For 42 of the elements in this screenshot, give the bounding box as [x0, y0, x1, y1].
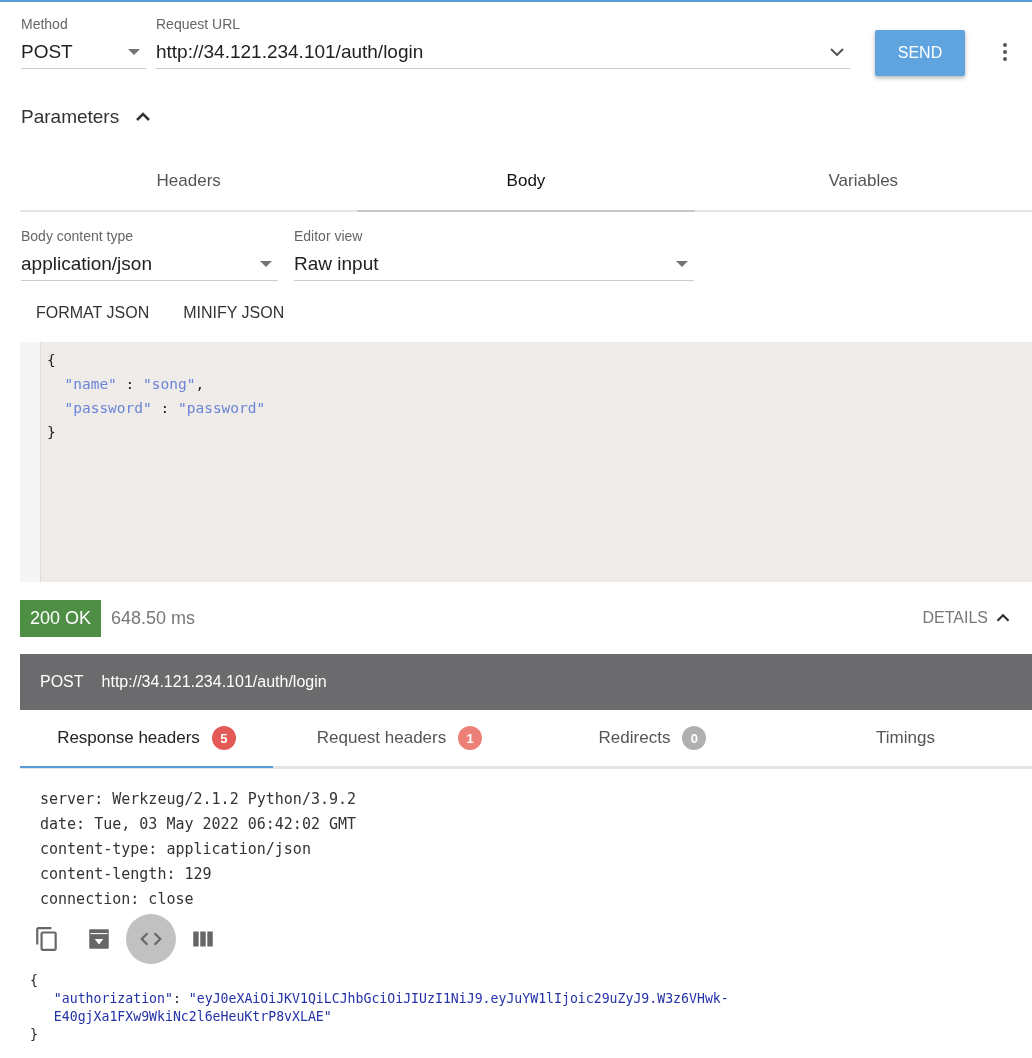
toolbar-button[interactable] [126, 914, 176, 964]
field-label: Body content type [21, 228, 135, 246]
field-label: Request URL [156, 16, 242, 34]
code-line: } [47, 423, 57, 442]
status-badge: 200 OK [20, 599, 102, 637]
section-title: Parameters [21, 106, 120, 128]
code-line: { [47, 351, 57, 370]
header-line: content-length: 129 [40, 864, 213, 885]
tab[interactable]: Headers [20, 152, 358, 212]
tab[interactable]: Body [357, 152, 695, 212]
header-line: date: Tue, 03 May 2022 06:42:02 GMT [40, 814, 358, 835]
field-label: Method [21, 16, 69, 34]
dropdown-field[interactable]: http://34.121.234.101/auth/login [156, 36, 850, 69]
code-line: "password" : "password" [63, 399, 267, 418]
dropdown-field[interactable]: Raw input [294, 248, 694, 281]
dropdown-field[interactable]: application/json [21, 248, 278, 281]
tab[interactable]: Request headers 1 [273, 710, 526, 768]
tab[interactable]: Response headers 5 [20, 710, 273, 768]
tab[interactable]: Redirects 0 [526, 710, 779, 768]
response-body: { "authorization": "eyJ0eXAiOiJKV1QiLCJhbGciOiJIUzI1NiJ9.eyJuYW1lIjoic29uZyJ9.W3z6VHwk- E40gjXa1FXw9WkiNc2l6eHeuKtrP8vXLAE" } [29, 972, 730, 1044]
text-button[interactable]: FORMAT JSON [22, 298, 164, 328]
field-label: Editor view [294, 228, 364, 246]
details-button[interactable]: DETAILS [916, 606, 1020, 630]
request-url: http://34.121.234.101/auth/login [101, 673, 327, 691]
count-badge: 0 [682, 726, 707, 750]
code-line: "name" : "song", [63, 375, 206, 394]
dropdown-arrow-icon [128, 49, 140, 55]
copy-icon [34, 926, 60, 952]
header-line: content-type: application/json [40, 839, 312, 860]
download-box-icon [86, 926, 112, 952]
count-badge: 1 [458, 726, 483, 750]
tab[interactable]: Timings [779, 710, 1032, 768]
header-line: server: Werkzeug/2.1.2 Python/3.9.2 [40, 789, 358, 810]
dropdown-field[interactable]: POST [21, 36, 146, 69]
tab[interactable]: Variables [694, 152, 1032, 212]
dropdown-arrow-icon [676, 261, 688, 267]
header-line: connection: close [40, 889, 195, 910]
request-method: POST [40, 673, 84, 691]
dropdown-arrow-icon [260, 261, 272, 267]
response-time: 648.50 ms [111, 607, 196, 629]
text-button[interactable]: MINIFY JSON [169, 298, 299, 328]
count-badge: 5 [211, 726, 236, 750]
